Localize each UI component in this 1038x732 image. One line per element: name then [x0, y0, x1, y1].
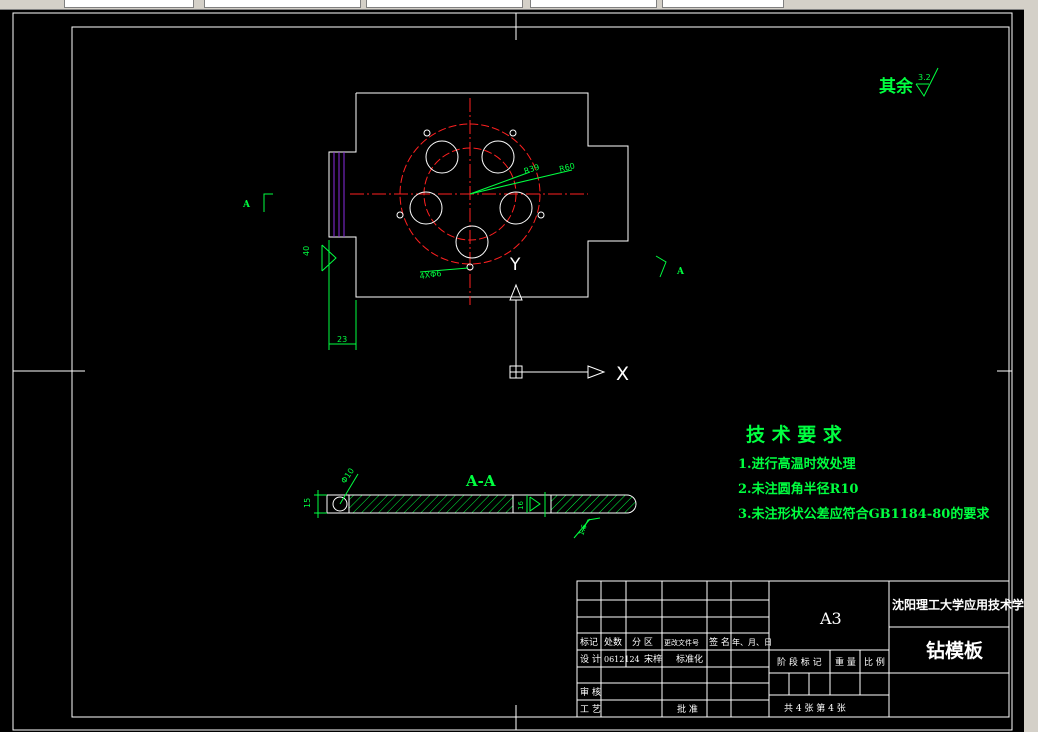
- designer-name: 宋梓: [644, 653, 662, 665]
- ucs-icon: [509, 283, 606, 379]
- dim-r39: R39: [523, 162, 541, 175]
- dim-side-40: 40: [302, 246, 311, 256]
- scale-label: 比 例: [864, 656, 885, 668]
- dim-holes: 4XΦ6: [419, 269, 442, 281]
- roughness-note: 其余: [879, 76, 914, 97]
- roughness-value: 3.2: [918, 73, 931, 82]
- center-lines: [350, 98, 588, 305]
- tech-req-item-1: 1.进行高温时效处理: [738, 456, 856, 472]
- tech-req-title: 技 术 要 求: [746, 423, 843, 446]
- review-label: 审 核: [580, 686, 601, 698]
- designer-label: 设 计: [580, 653, 601, 665]
- dim-16: 16: [517, 501, 525, 510]
- hdr-count: 处数: [604, 636, 622, 648]
- tech-req-item-3: 3.未注形状公差应符合GB1184-80的要求: [738, 506, 990, 522]
- sheet-count: 共 4 张 第 4 张: [784, 702, 846, 714]
- tech-req-item-2: 2.未注圆角半径R10: [738, 481, 858, 497]
- section-marker-left: [263, 193, 273, 212]
- dim-r60: R60: [558, 161, 575, 174]
- stage-label: 阶 段 标 记: [777, 656, 822, 668]
- ucs-x-label: X: [616, 363, 629, 385]
- vertical-scrollbar[interactable]: [1024, 9, 1038, 732]
- dim-23: 23: [337, 335, 347, 344]
- weight-label: 重 量: [835, 656, 856, 668]
- section-body: [326, 494, 637, 514]
- hdr-date: 年、月、日: [732, 637, 772, 647]
- dim-finish-16: 1.6: [577, 523, 589, 537]
- hdr-sign: 签 名: [709, 636, 730, 648]
- paper-size: A3: [819, 609, 842, 628]
- part-name: 钻模板: [926, 639, 984, 662]
- standard-label: 标准化: [676, 653, 703, 665]
- approve-label: 批 准: [677, 703, 698, 715]
- radius-dims: [419, 169, 573, 273]
- designer-id: 0612124: [604, 655, 640, 664]
- side-phantom-lines: [333, 152, 345, 237]
- ucs-y-label: Y: [509, 255, 521, 275]
- hdr-zone: 分 区: [632, 637, 653, 648]
- hdr-file: 更改文件号: [664, 638, 699, 647]
- school-name: 沈阳理工大学应用技术学院: [892, 597, 1024, 612]
- left-dims: [321, 240, 357, 350]
- section-marker-right: [655, 255, 667, 278]
- plate-outline: [328, 92, 629, 298]
- section-label-right: A: [676, 267, 685, 277]
- drawing-canvas[interactable]: 其余 3.2 R39 R60 4XΦ6 23 40 A A X Y A-A 15…: [0, 0, 1024, 732]
- section-title: A-A: [465, 472, 496, 490]
- section-label-left: A: [242, 200, 251, 210]
- hdr-mark: 标记: [580, 636, 598, 648]
- dim-15: 15: [303, 498, 312, 508]
- process-label: 工 艺: [580, 704, 601, 715]
